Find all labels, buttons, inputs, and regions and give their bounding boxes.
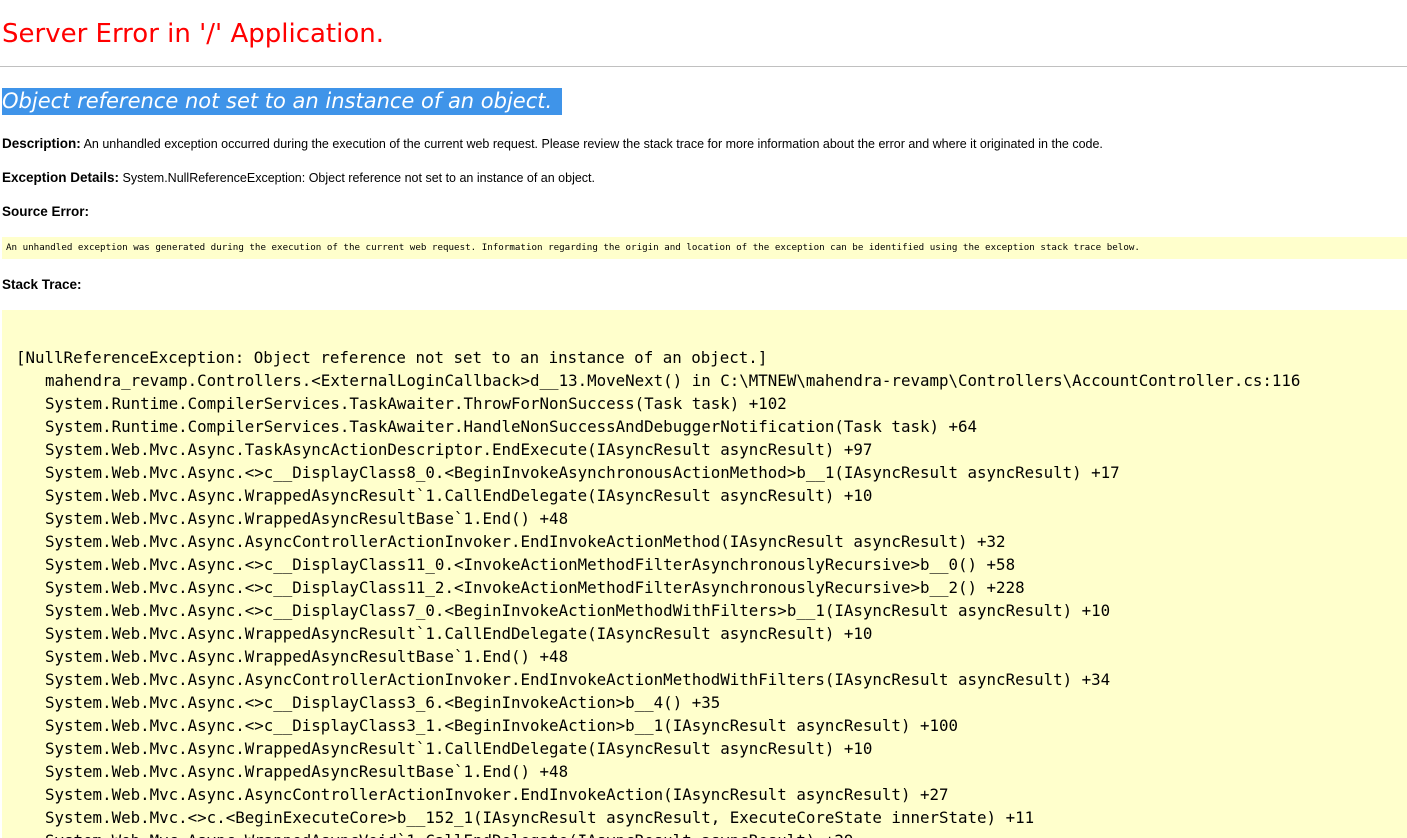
- stack-trace-frame: System.Web.Mvc.<>c.<BeginExecuteCore>b__…: [45, 808, 1035, 827]
- stack-trace-frame: System.Runtime.CompilerServices.TaskAwai…: [45, 394, 787, 413]
- stack-trace-frame: System.Web.Mvc.Async.WrappedAsyncResult`…: [45, 739, 873, 758]
- stack-trace-frame: System.Web.Mvc.Async.WrappedAsyncResult`…: [45, 624, 873, 643]
- stack-trace-label: Stack Trace:: [2, 277, 82, 292]
- error-message-heading[interactable]: Object reference not set to an instance …: [2, 88, 563, 115]
- stack-trace-frame: System.Web.Mvc.Async.<>c__DisplayClass7_…: [45, 601, 1111, 620]
- source-error-text: An unhandled exception was generated dur…: [6, 242, 1140, 253]
- stack-trace-list: [NullReferenceException: Object referenc…: [16, 346, 1300, 838]
- stack-trace-frame: System.Web.Mvc.Async.WrappedAsyncResultB…: [45, 647, 569, 666]
- stack-trace-exception-line: [NullReferenceException: Object referenc…: [16, 348, 768, 367]
- stack-trace-frame: mahendra_revamp.Controllers.<ExternalLog…: [45, 371, 1301, 390]
- source-error-label: Source Error:: [2, 204, 90, 219]
- source-error-box: An unhandled exception was generated dur…: [2, 237, 1407, 259]
- stack-trace-frame: System.Runtime.CompilerServices.TaskAwai…: [45, 417, 978, 436]
- stack-trace-frame: System.Web.Mvc.Async.WrappedAsyncResultB…: [45, 509, 569, 528]
- description-label: Description:: [2, 136, 81, 151]
- stack-trace-frame: System.Web.Mvc.Async.<>c__DisplayClass3_…: [45, 693, 721, 712]
- header-divider: [0, 66, 1407, 67]
- stack-trace-frame: System.Web.Mvc.Async.WrappedAsyncVoid`1.…: [16, 829, 1300, 838]
- source-error-section: Source Error:: [2, 204, 89, 220]
- exception-details-label: Exception Details:: [2, 170, 120, 185]
- description-section: Description: An unhandled exception occu…: [2, 136, 1103, 152]
- stack-trace-frame: System.Web.Mvc.Async.<>c__DisplayClass8_…: [45, 463, 1120, 482]
- stack-trace-frame: System.Web.Mvc.Async.TaskAsyncActionDesc…: [45, 440, 873, 459]
- stack-trace-section: Stack Trace:: [2, 277, 82, 293]
- stack-trace-frame: System.Web.Mvc.Async.AsyncControllerActi…: [45, 532, 1006, 551]
- stack-trace-frame: System.Web.Mvc.Async.AsyncControllerActi…: [45, 670, 1111, 689]
- description-text: An unhandled exception occurred during t…: [83, 137, 1103, 151]
- page-title: Server Error in '/' Application.: [2, 19, 384, 49]
- exception-details-text: System.NullReferenceException: Object re…: [122, 171, 595, 185]
- stack-trace-frame: System.Web.Mvc.Async.<>c__DisplayClass11…: [45, 555, 1016, 574]
- stack-trace-frame: System.Web.Mvc.Async.WrappedAsyncResult`…: [45, 486, 873, 505]
- stack-trace-frame: System.Web.Mvc.Async.AsyncControllerActi…: [45, 785, 949, 804]
- exception-details-section: Exception Details: System.NullReferenceE…: [2, 170, 595, 186]
- stack-trace-frame: System.Web.Mvc.Async.<>c__DisplayClass11…: [45, 578, 1025, 597]
- stack-trace-frame: System.Web.Mvc.Async.<>c__DisplayClass3_…: [45, 716, 959, 735]
- stack-trace-frame: System.Web.Mvc.Async.WrappedAsyncResultB…: [45, 762, 569, 781]
- error-page: Server Error in '/' Application. Object …: [0, 0, 1407, 838]
- stack-trace-box[interactable]: [NullReferenceException: Object referenc…: [2, 310, 1407, 838]
